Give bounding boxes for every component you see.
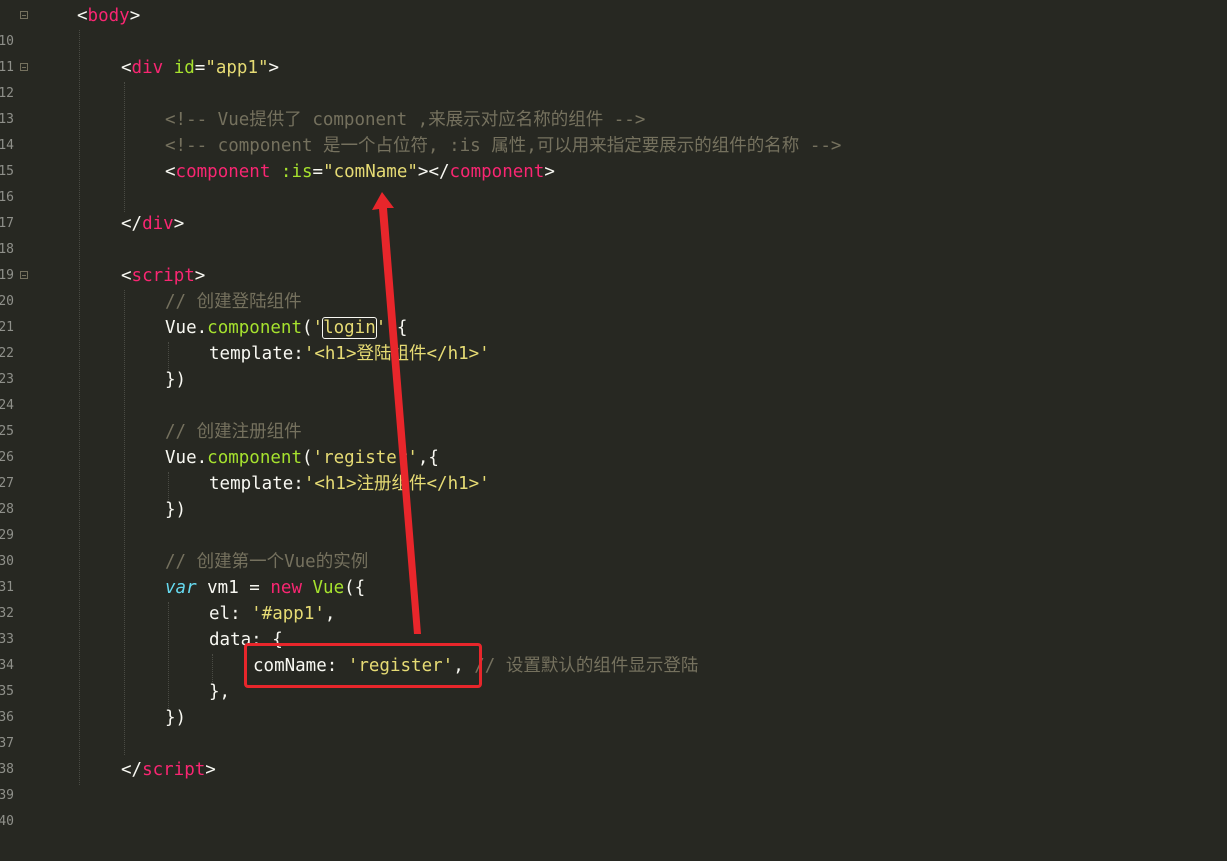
code-line[interactable]: 12 <div id="app1"> (0, 55, 1227, 101)
quote: ' (375, 318, 387, 338)
property-key: template: (209, 474, 304, 494)
paren: ( (301, 318, 313, 338)
tag-name: div (142, 214, 174, 234)
string-literal: '<h1>登陆组件</h1>' (303, 344, 490, 364)
tag-bracket: </ (121, 214, 143, 234)
string-literal: '<h1>注册组件</h1>' (303, 474, 490, 494)
code-line[interactable]: 39 </script> (0, 757, 1227, 803)
property-key: el: (209, 604, 252, 624)
punctuation: , (324, 604, 336, 624)
keyword-new: new (270, 578, 302, 598)
punctuation: }) (165, 370, 187, 390)
code-line[interactable]: 15 <!-- component 是一个占位符, :is 属性,可以用来指定要… (0, 133, 1227, 179)
code-line[interactable]: 31 // 创建第一个Vue的实例 (0, 549, 1227, 595)
constructor-name: Vue (301, 578, 345, 598)
annotation-highlight-box (244, 643, 482, 688)
quote: ' (312, 318, 324, 338)
attribute-value: "comName" (323, 162, 418, 182)
html-comment: <!-- component 是一个占位符, :is 属性,可以用来指定要展示的… (165, 136, 842, 156)
code-line[interactable]: 17 (0, 185, 1227, 231)
line-number: 40 (0, 814, 14, 829)
tag-bracket: > (544, 162, 555, 182)
tag-name: component (449, 162, 545, 182)
tag-bracket: ></ (417, 162, 450, 182)
punctuation: }) (165, 708, 187, 728)
js-comment: // 创建第一个Vue的实例 (165, 552, 369, 572)
code-line[interactable]: 30 (0, 523, 1227, 569)
property-key: template: (209, 344, 304, 364)
code-line[interactable]: 16 <component :is="comName"></component> (0, 159, 1227, 205)
code-line[interactable]: 37 }) (0, 705, 1227, 751)
code-line[interactable]: 21 // 创建登陆组件 (0, 289, 1227, 335)
object-name: Vue. (165, 448, 208, 468)
tag-bracket: > (268, 58, 280, 78)
tag-bracket: </ (121, 760, 143, 780)
code-line[interactable]: 26 // 创建注册组件 (0, 419, 1227, 465)
tag-bracket: < (121, 58, 132, 78)
string-literal: '#app1' (251, 604, 325, 624)
fold-toggle-icon[interactable] (20, 271, 28, 279)
function-name: component (207, 318, 302, 338)
code-line[interactable]: 29 }) (0, 497, 1227, 543)
code-line[interactable]: 14 <!-- Vue提供了 component ,来展示对应名称的组件 --> (0, 107, 1227, 153)
tag-name: component (175, 162, 271, 182)
code-line[interactable]: 18 </div> (0, 211, 1227, 257)
code-line[interactable]: 25 (0, 393, 1227, 439)
highlighted-match: login (322, 317, 377, 339)
punctuation: }, (209, 682, 231, 702)
tag-name: div (131, 58, 164, 78)
equals: = (194, 58, 206, 78)
function-name: component (207, 448, 302, 468)
code-line[interactable]: 19 (0, 237, 1227, 283)
code-line[interactable]: 11 (0, 29, 1227, 75)
code-editor[interactable]: 10 <body> 11 12 <div id="app1"> 13 14 <!… (0, 0, 1227, 829)
tag-bracket: < (165, 162, 176, 182)
string-literal: 'register' (312, 448, 418, 468)
js-comment: // 创建登陆组件 (165, 292, 302, 312)
tag-bracket: > (194, 266, 206, 286)
code-line[interactable]: 24 }) (0, 367, 1227, 413)
code-line[interactable]: 13 (0, 81, 1227, 127)
attribute-value: "app1" (205, 58, 269, 78)
code-line[interactable]: 33 el: '#app1', (0, 601, 1227, 647)
object-name: Vue. (165, 318, 208, 338)
tag-name: script (142, 760, 206, 780)
fold-toggle-icon[interactable] (20, 63, 28, 71)
code-line[interactable]: 32 var vm1 = new Vue({ (0, 575, 1227, 621)
keyword-var: var (165, 578, 197, 598)
code-line[interactable]: 34 data: { (0, 627, 1227, 673)
paren: ( (301, 448, 313, 468)
attribute-name: id (173, 58, 195, 78)
code-line[interactable]: 38 (0, 731, 1227, 777)
variable-name: vm1 = (196, 578, 271, 598)
code-line[interactable]: 36 }, (0, 679, 1227, 725)
code-line[interactable]: 28 template:'<h1>注册组件</h1>' (0, 471, 1227, 517)
equals: = (312, 162, 324, 182)
code-line[interactable]: 40 (0, 783, 1227, 829)
tag-bracket: < (121, 266, 132, 286)
code-line[interactable]: 23 template:'<h1>登陆组件</h1>' (0, 341, 1227, 387)
attribute-name: :is (280, 162, 313, 182)
code-line[interactable]: 10 <body> (0, 3, 1227, 49)
js-comment: // 创建注册组件 (165, 422, 302, 442)
code-line[interactable]: 20 <script> (0, 263, 1227, 309)
js-comment: // 设置默认的组件显示登陆 (474, 656, 699, 676)
punctuation: }) (165, 500, 187, 520)
tag-bracket: > (173, 214, 185, 234)
tag-bracket: < (77, 6, 88, 26)
html-comment: <!-- Vue提供了 component ,来展示对应名称的组件 --> (165, 110, 646, 130)
punctuation: ({ (344, 578, 366, 598)
fold-toggle-icon[interactable] (20, 11, 28, 19)
code-line[interactable]: 35 comName: 'register', // 设置默认的组件显示登陆 (0, 653, 1227, 699)
code-line[interactable]: 27 Vue.component('register',{ (0, 445, 1227, 491)
tag-bracket: > (205, 760, 216, 780)
tag-bracket: > (129, 6, 141, 26)
tag-name: script (131, 266, 195, 286)
tag-name: body (87, 6, 130, 26)
punctuation: ,{ (386, 318, 408, 338)
code-line[interactable]: 22 Vue.component('login',{ (0, 315, 1227, 361)
punctuation: ,{ (417, 448, 439, 468)
